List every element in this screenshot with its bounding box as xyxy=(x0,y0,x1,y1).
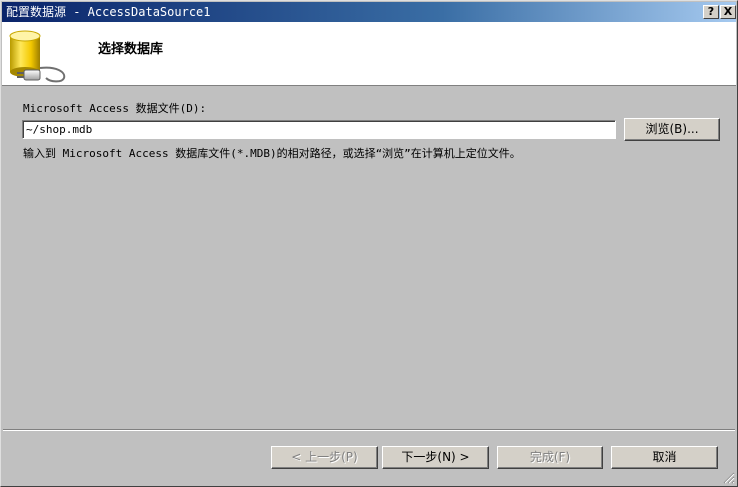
configure-datasource-dialog: 配置数据源 - AccessDataSource1 ? X 选择数据库 Micr… xyxy=(0,0,738,487)
file-label: Microsoft Access 数据文件(D): xyxy=(23,102,207,115)
wizard-header: 选择数据库 xyxy=(2,22,736,86)
browse-button-label: 浏览(B)... xyxy=(645,122,699,136)
database-plug-icon xyxy=(6,28,70,84)
page-title: 选择数据库 xyxy=(98,42,164,57)
cancel-button[interactable]: 取消 xyxy=(611,446,718,469)
resize-grip-icon[interactable] xyxy=(722,471,735,484)
help-text: 输入到 Microsoft Access 数据库文件(*.MDB)的相对路径，或… xyxy=(23,147,521,160)
help-button[interactable]: ? xyxy=(703,5,719,19)
next-button[interactable]: 下一步(N) > xyxy=(382,446,489,469)
close-button[interactable]: X xyxy=(720,5,736,19)
database-file-input[interactable]: ~/shop.mdb xyxy=(22,120,616,139)
footer-separator xyxy=(3,429,735,431)
previous-button[interactable]: < 上一步(P) xyxy=(271,446,378,469)
browse-button[interactable]: 浏览(B)... xyxy=(624,118,720,141)
window-title: 配置数据源 - AccessDataSource1 xyxy=(6,5,211,19)
finish-button[interactable]: 完成(F) xyxy=(497,446,603,469)
title-bar[interactable]: 配置数据源 - AccessDataSource1 ? X xyxy=(2,2,736,22)
